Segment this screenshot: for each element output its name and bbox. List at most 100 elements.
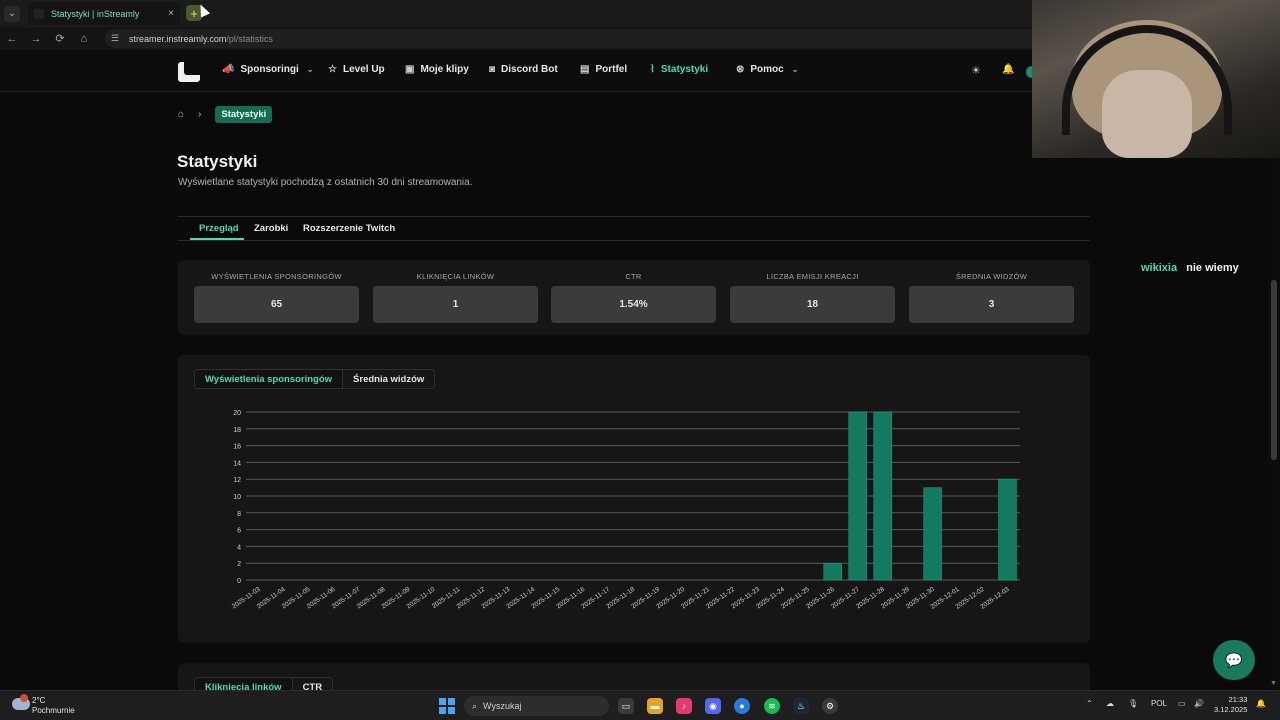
favicon-icon (34, 8, 44, 19)
page-title: Statystyki (177, 152, 258, 171)
url-host: streamer.instreamly.com (129, 33, 227, 44)
tab-rozszerzenie-twitch[interactable]: Rozszerzenie Twitch (303, 223, 395, 234)
file-explorer-icon[interactable]: ▬ (647, 698, 663, 714)
wallet-icon: ▤ (580, 64, 590, 75)
discord-icon: ◙ (489, 64, 496, 75)
tab-zarobki[interactable]: Zarobki (254, 223, 288, 234)
search-placeholder: Wyszukaj (483, 701, 522, 711)
nav-label: Moje klipy (420, 64, 469, 75)
taskbar-search[interactable]: ⌕ Wyszukaj (464, 696, 609, 716)
chat-text: nie wiemy (1186, 262, 1239, 274)
tab-przeglad[interactable]: Przegląd (199, 223, 239, 234)
y-tick-label: 12 (233, 477, 241, 484)
scroll-down-icon[interactable]: ▼ (1270, 680, 1277, 687)
chat-message-overlay: wikixia nie wiemy (1141, 262, 1239, 274)
nav-level-up[interactable]: ☆ Level Up (328, 64, 385, 75)
breadcrumb-home-icon[interactable]: ⌂ (178, 109, 184, 120)
scrollbar-thumb[interactable] (1271, 280, 1277, 460)
notifications-icon[interactable]: 🔔 (1256, 699, 1266, 708)
search-icon: ⌕ (472, 700, 478, 711)
network-icon[interactable]: ▭ (1178, 699, 1186, 708)
chrome-icon[interactable]: ● (734, 698, 750, 714)
tab-list-chevron-icon[interactable]: ⌄ (4, 5, 20, 22)
page-scrollbar[interactable]: ▲ ▼ (1268, 92, 1280, 690)
y-tick-label: 2 (237, 561, 241, 568)
nav-moje-klipy[interactable]: ▣ Moje klipy (405, 64, 469, 75)
task-view-icon[interactable]: ▭ (618, 698, 634, 714)
y-tick-label: 10 (233, 494, 241, 501)
theme-toggle-icon[interactable]: ☀ (971, 64, 981, 77)
stat-label: ŚREDNIA WIDZÓW (955, 272, 1028, 281)
y-tick-label: 0 (237, 578, 241, 585)
home-icon[interactable]: ⌂ (72, 33, 96, 45)
address-bar[interactable]: ☰ streamer.instreamly.com /pl/statistics (105, 29, 1040, 48)
stat-value: 18 (730, 286, 895, 323)
chevron-down-icon: ⌄ (306, 65, 314, 74)
nav-label: Statystyki (660, 64, 709, 75)
tab-close-icon[interactable]: × (168, 8, 174, 19)
stat-card: LICZBA EMISJI KREACJI 18 (730, 272, 895, 323)
date: 3.12.2025 (1214, 705, 1248, 714)
reload-icon[interactable]: ⟳ (48, 32, 72, 45)
chart-icon: ⌇ (650, 64, 655, 75)
volume-icon[interactable]: 🔊 (1194, 699, 1204, 708)
stat-label: WYŚWIETLENIA SPONSORINGÓW (211, 272, 342, 281)
cloud-icon[interactable]: ☁ (1106, 699, 1114, 708)
chart-bar[interactable] (848, 411, 867, 581)
weather-temp: 2°C (32, 696, 46, 705)
breadcrumb: ⌂ › Statystyki (178, 106, 273, 123)
steam-icon[interactable]: ♨ (793, 698, 809, 714)
chat-support-button[interactable]: 💬 (1213, 640, 1255, 680)
sponsorship-views-chart: 024681012141618202025-11-032025-11-04202… (231, 410, 1020, 611)
spotify-icon[interactable]: ≋ (764, 698, 780, 714)
chart-bar[interactable] (873, 411, 892, 581)
windows-taskbar: 2°C Pochmurnie ⌕ Wyszukaj ▭ ▬ ♪ ◉ ● ≋ ♨ … (0, 690, 1280, 720)
weather-widget[interactable]: 2°C Pochmurnie (32, 696, 75, 716)
toggle-srednia-widzow[interactable]: Średnia widzów (343, 370, 434, 388)
nav-discord-bot[interactable]: ◙ Discord Bot (489, 64, 558, 75)
chat-bubble-icon: 💬 (1225, 651, 1243, 668)
y-tick-label: 18 (233, 427, 241, 434)
stat-value: 65 (194, 286, 359, 323)
stat-value: 3 (909, 286, 1074, 323)
windows-start-icon[interactable] (439, 698, 455, 714)
stat-card: WYŚWIETLENIA SPONSORINGÓW 65 (194, 272, 359, 323)
nav-pomoc[interactable]: ⊗ Pomoc ⌄ (736, 64, 798, 75)
divider (178, 216, 1090, 217)
nav-statystyki[interactable]: ⌇ Statystyki (650, 64, 708, 75)
screen: ⌄ Statystyki | inStreamly × + ← → ⟳ ⌂ ☰ … (0, 0, 1280, 720)
instreamly-logo[interactable] (178, 62, 200, 82)
y-tick-label: 6 (237, 528, 241, 535)
stat-label: CTR (625, 272, 642, 281)
stat-card: KLIKNIĘCIA LINKÓW 1 (373, 272, 538, 323)
nav-label: Discord Bot (501, 64, 558, 75)
y-tick-label: 16 (233, 444, 241, 451)
chart-toggle: Wyświetlenia sponsoringów Średnia widzów (194, 369, 436, 389)
y-tick-label: 4 (237, 544, 241, 551)
app-icon[interactable]: ⚙ (822, 698, 838, 714)
tiktok-icon[interactable]: ♪ (676, 698, 692, 714)
mic-icon[interactable]: 🎙 (1128, 699, 1138, 708)
time: 21:33 (1228, 695, 1248, 704)
nav-portfel[interactable]: ▤ Portfel (580, 64, 627, 75)
discord-app-icon[interactable]: ◉ (705, 698, 721, 714)
toggle-wyswietlenia[interactable]: Wyświetlenia sponsoringów (195, 370, 344, 388)
nav-sponsoringi[interactable]: 📣 Sponsoringi ⌄ (222, 64, 314, 75)
chart-bar[interactable] (823, 562, 842, 581)
back-icon[interactable]: ← (0, 33, 24, 45)
browser-tab[interactable]: Statystyki | inStreamly × (28, 2, 180, 25)
page-subtitle: Wyświetlane statystyki pochodzą z ostatn… (178, 177, 473, 188)
nav-label: Pomoc (750, 64, 784, 75)
bell-icon[interactable]: 🔔 (1002, 64, 1014, 75)
notification-badge (20, 694, 28, 702)
tray-expand-icon[interactable]: ⌃ (1086, 699, 1093, 708)
stat-card: CTR 1.54% (551, 272, 716, 323)
y-tick-label: 8 (237, 511, 241, 518)
language-indicator[interactable]: POL (1151, 699, 1167, 708)
nav-label: Portfel (595, 64, 628, 75)
clock[interactable]: 21:33 3.12.2025 (1214, 695, 1247, 715)
chart-bar[interactable] (923, 487, 942, 581)
site-info-icon[interactable]: ☰ (111, 33, 123, 44)
chart-bar[interactable] (998, 478, 1017, 581)
forward-icon[interactable]: → (24, 33, 48, 45)
